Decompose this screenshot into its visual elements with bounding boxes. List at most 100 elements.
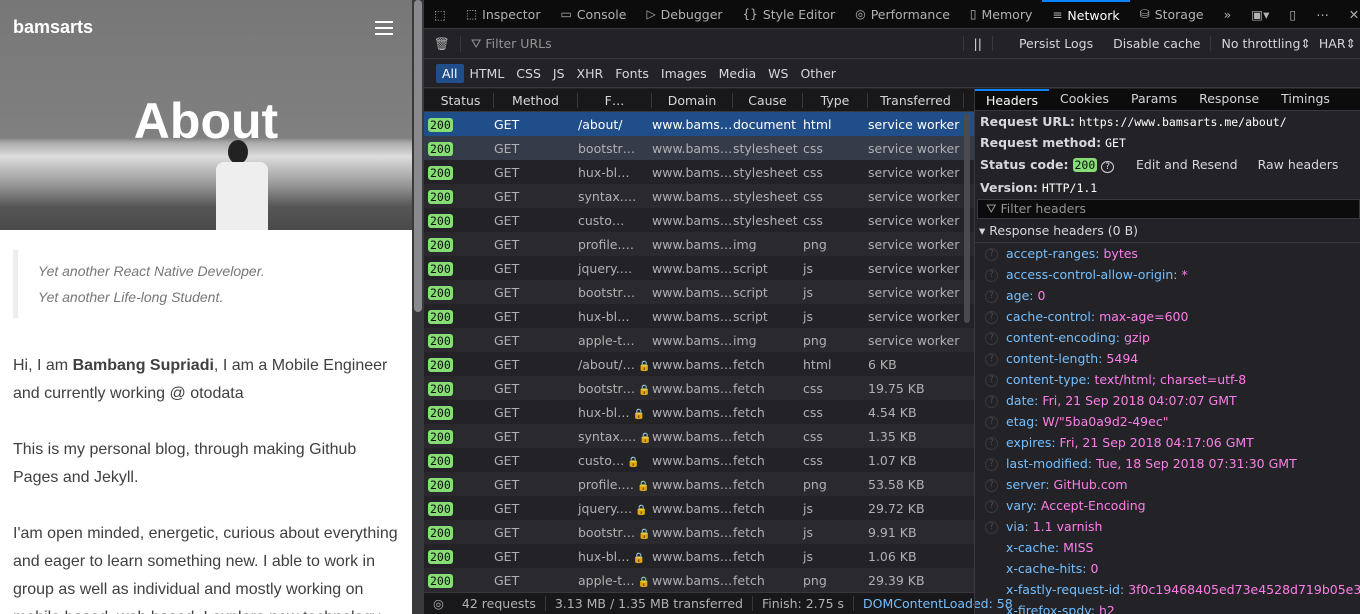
more-tabs-icon[interactable]: » xyxy=(1214,0,1242,29)
tab-network[interactable]: ≡ Network xyxy=(1042,0,1130,29)
help-icon[interactable]: ? xyxy=(985,248,998,261)
filter-headers-placeholder: Filter headers xyxy=(1000,201,1086,216)
request-row[interactable]: 200 GET hux-bl… 🔒 www.bams… fetch css 4.54 KB xyxy=(424,400,974,424)
type-filter-css[interactable]: CSS xyxy=(510,64,547,83)
file-cell: syntax.… 🔒 xyxy=(578,429,652,444)
details-tab-cookies[interactable]: Cookies xyxy=(1049,89,1120,111)
type-filter-media[interactable]: Media xyxy=(713,64,763,83)
details-tab-response[interactable]: Response xyxy=(1188,89,1270,111)
request-row[interactable]: 200 GET profile.… www.bams… img png service wo… xyxy=(424,232,974,256)
request-row[interactable]: 200 GET apple-t… 🔒 www.bams… fetch png 29.39 KB xyxy=(424,568,974,592)
request-row[interactable]: 200 GET apple-t… www.bams… img png service wor… xyxy=(424,328,974,352)
request-row[interactable]: 200 GET bootstr… www.bams… stylesheet css serv… xyxy=(424,136,974,160)
type-filter-html[interactable]: HTML xyxy=(464,64,511,83)
help-icon[interactable]: ? xyxy=(985,332,998,345)
site-brand[interactable]: bamsarts xyxy=(13,17,93,38)
request-row[interactable]: 200 GET hux-bl… www.bams… script js service wo… xyxy=(424,304,974,328)
trash-icon[interactable]: 🗑 xyxy=(424,29,460,59)
request-row[interactable]: 200 GET hux-bl… www.bams… stylesheet css servi… xyxy=(424,160,974,184)
column-header-6[interactable]: Transferred xyxy=(868,92,964,108)
tab-style-editor[interactable]: {} Style Editor xyxy=(733,0,846,29)
help-icon[interactable]: ? xyxy=(985,353,998,366)
help-icon[interactable]: ? xyxy=(985,395,998,408)
details-tab-headers[interactable]: Headers xyxy=(975,89,1050,111)
help-icon[interactable]: ? xyxy=(985,500,998,513)
type-filter-other[interactable]: Other xyxy=(794,64,842,83)
help-icon[interactable]: ? xyxy=(985,311,998,324)
column-header-4[interactable]: Cause xyxy=(733,92,803,108)
dock-layout-icon[interactable]: ▣▾ xyxy=(1241,0,1279,29)
help-icon[interactable]: ? xyxy=(985,290,998,303)
request-row[interactable]: 200 GET/about/www.bams… document html servic… xyxy=(424,112,974,136)
help-icon[interactable]: ? xyxy=(985,437,998,450)
column-header-0[interactable]: Status xyxy=(424,92,494,108)
tab-inspector[interactable]: ⬚ Inspector xyxy=(456,0,551,29)
request-row[interactable]: 200 GET jquery.… www.bams… script js service w… xyxy=(424,256,974,280)
response-headers-section[interactable]: ▾ Response headers (0 B) xyxy=(975,219,1360,243)
element-picker-icon[interactable]: ⬚ xyxy=(424,0,456,29)
throttling-select[interactable]: No throttling⇕ xyxy=(1210,36,1314,51)
help-icon[interactable]: ? xyxy=(985,479,998,492)
help-icon[interactable]: ? xyxy=(985,458,998,471)
tab-debugger[interactable]: ▷ Debugger xyxy=(636,0,732,29)
column-header-5[interactable]: Type xyxy=(803,92,868,108)
filter-headers-input[interactable]: ⛛ Filter headers xyxy=(977,199,1360,219)
status-cell: 200 xyxy=(424,453,494,468)
request-row[interactable]: 200 GET bootstr… www.bams… script js service w… xyxy=(424,280,974,304)
filter-urls-input[interactable]: ⛛ Filter URLs xyxy=(459,35,963,52)
type-filter-all[interactable]: All xyxy=(436,63,464,83)
label: Request method: xyxy=(980,135,1102,150)
request-row[interactable]: 200 GET bootstr… 🔒 www.bams… fetch js 9.91 KB xyxy=(424,520,974,544)
cell-text: GET xyxy=(494,356,520,372)
type-filter-js[interactable]: JS xyxy=(547,64,571,83)
tab-performance[interactable]: ◎ Performance xyxy=(845,0,960,29)
cell-text: js xyxy=(803,308,813,324)
request-row[interactable]: 200 GET/about/… 🔒 www.bams… fetch html 6 KB xyxy=(424,352,974,376)
pause-icon[interactable]: || xyxy=(962,36,993,51)
hamburger-menu-icon[interactable] xyxy=(375,21,393,35)
har-menu[interactable]: HAR⇕ xyxy=(1315,36,1360,51)
type-filter-images[interactable]: Images xyxy=(655,64,713,83)
type-filter-fonts[interactable]: Fonts xyxy=(609,64,655,83)
page-scrollbar[interactable] xyxy=(412,0,424,614)
status-cell: 200 xyxy=(424,405,494,420)
cell-text: www.bams… xyxy=(652,164,733,180)
tab-console[interactable]: ▭ Console xyxy=(550,0,636,29)
type-filter-ws[interactable]: WS xyxy=(762,64,794,83)
request-row[interactable]: 200 GET custo… 🔒 www.bams… fetch css 1.07 KB xyxy=(424,448,974,472)
cell-text: www.bams… xyxy=(652,524,733,540)
persist-logs-checkbox[interactable]: Persist Logs xyxy=(993,36,1103,51)
responsive-mode-icon[interactable]: ▯ xyxy=(1279,0,1306,29)
details-tab-params[interactable]: Params xyxy=(1120,89,1188,111)
status-badge: 200 xyxy=(428,525,453,540)
help-icon[interactable]: ? xyxy=(985,374,998,387)
edit-resend-button[interactable]: Edit and Resend xyxy=(1136,157,1238,172)
request-row[interactable]: 200 GET custo… www.bams… stylesheet css servic… xyxy=(424,208,974,232)
type-filter-xhr[interactable]: XHR xyxy=(571,64,610,83)
disable-cache-checkbox[interactable]: Disable cache xyxy=(1103,36,1210,51)
request-row[interactable]: 200 GET syntax.… www.bams… stylesheet css serv… xyxy=(424,184,974,208)
raw-headers-toggle[interactable]: Raw headers xyxy=(1258,157,1339,172)
help-icon[interactable]: ? xyxy=(985,269,998,282)
tab-storage[interactable]: ⛁ Storage xyxy=(1130,0,1214,29)
help-icon[interactable]: ? xyxy=(985,416,998,429)
tab-memory[interactable]: ▯ Memory xyxy=(960,0,1042,29)
column-header-2[interactable]: F… xyxy=(578,92,652,108)
request-list-scrollbar[interactable] xyxy=(964,113,970,323)
status-code: Status code: 200 ? Edit and Resend Raw h… xyxy=(975,153,1360,177)
request-row[interactable]: 200 GET jquery.… 🔒 www.bams… fetch js 29.72 KB xyxy=(424,496,974,520)
column-header-1[interactable]: Method xyxy=(494,92,578,108)
details-tab-timings[interactable]: Timings xyxy=(1270,89,1341,111)
close-icon[interactable]: ✕ xyxy=(1339,0,1360,29)
help-icon[interactable]: ? xyxy=(985,521,998,534)
request-row[interactable]: 200 GET bootstr… 🔒 www.bams… fetch css 19.75 KB xyxy=(424,376,974,400)
column-header-3[interactable]: Domain xyxy=(652,92,733,108)
header-row: ? vary: Accept-Encoding xyxy=(975,495,1360,516)
request-row[interactable]: 200 GET profile.… 🔒 www.bams… fetch png 53.58 K… xyxy=(424,472,974,496)
help-icon[interactable]: ? xyxy=(1101,161,1115,173)
request-row[interactable]: 200 GET hux-bl… 🔒 www.bams… fetch js 1.06 KB xyxy=(424,544,974,568)
storage-icon: ⛁ xyxy=(1139,7,1150,21)
more-options-icon[interactable]: ⋯ xyxy=(1306,0,1339,29)
request-row[interactable]: 200 GET syntax.… 🔒 www.bams… fetch css 1.35 KB xyxy=(424,424,974,448)
performance-icon[interactable]: ◎ xyxy=(424,596,453,611)
